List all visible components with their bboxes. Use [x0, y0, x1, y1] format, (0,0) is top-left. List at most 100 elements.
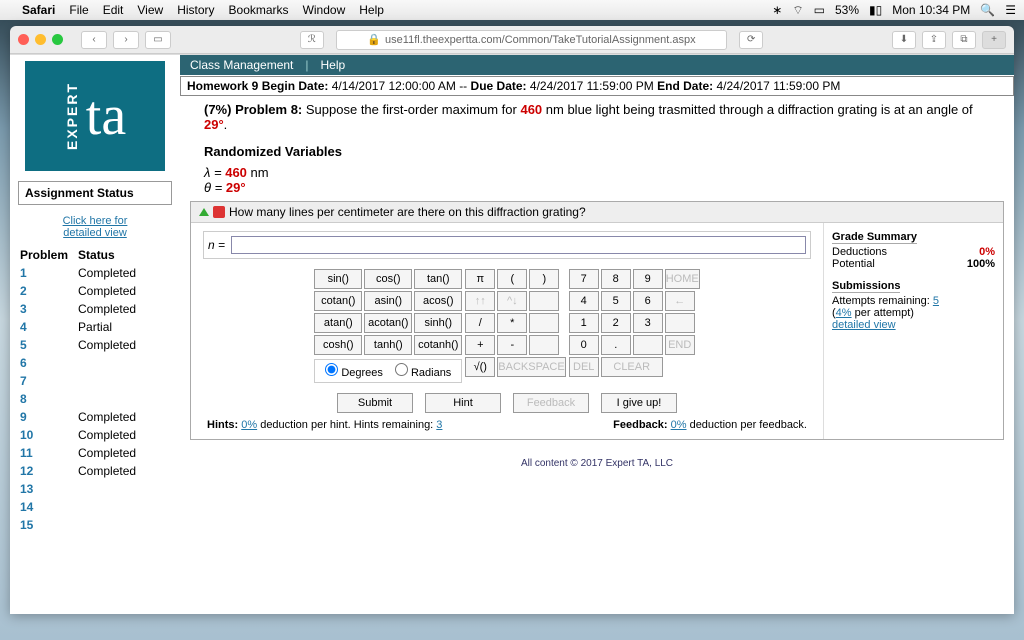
key-home[interactable]: HOME: [665, 269, 700, 289]
table-row[interactable]: 9Completed: [20, 409, 144, 425]
key-dot[interactable]: .: [601, 335, 631, 355]
table-row[interactable]: 11Completed: [20, 445, 144, 461]
key-8[interactable]: 8: [601, 269, 631, 289]
key-minus[interactable]: -: [497, 335, 527, 355]
menu-help[interactable]: Help: [359, 3, 384, 17]
table-row[interactable]: 3Completed: [20, 301, 144, 317]
key-tanh[interactable]: tanh(): [364, 335, 412, 355]
menu-file[interactable]: File: [69, 3, 88, 17]
menu-bookmarks[interactable]: Bookmarks: [229, 3, 289, 17]
app-name[interactable]: Safari: [22, 3, 55, 17]
key-acotan[interactable]: acotan(): [364, 313, 412, 333]
key-sin[interactable]: sin(): [314, 269, 362, 289]
key-acos[interactable]: acos(): [414, 291, 462, 311]
hint-button[interactable]: Hint: [425, 393, 501, 413]
reload-icon[interactable]: ⟳: [739, 31, 763, 49]
notification-icon[interactable]: ☰: [1005, 3, 1016, 17]
key-pi[interactable]: π: [465, 269, 495, 289]
key-1[interactable]: 1: [569, 313, 599, 333]
tab-class-mgmt[interactable]: Class Management: [190, 58, 293, 72]
key-2[interactable]: 2: [601, 313, 631, 333]
browser-window: ‹ › ▭ ℛ 🔒use11fl.theexpertta.com/Common/…: [10, 26, 1014, 614]
key-dn[interactable]: ^↓: [497, 291, 527, 311]
n-label: n =: [208, 238, 225, 252]
key-clear[interactable]: CLEAR: [601, 357, 663, 377]
summary-detailed-link[interactable]: detailed view: [832, 319, 896, 331]
key-del[interactable]: DEL: [569, 357, 599, 377]
table-row[interactable]: 12Completed: [20, 463, 144, 479]
key-end[interactable]: END: [665, 335, 695, 355]
table-row[interactable]: 2Completed: [20, 283, 144, 299]
answer-input[interactable]: [231, 236, 806, 254]
tab-help[interactable]: Help: [321, 58, 346, 72]
feedback-button[interactable]: Feedback: [513, 393, 589, 413]
key-7[interactable]: 7: [569, 269, 599, 289]
menu-view[interactable]: View: [137, 3, 163, 17]
window-close[interactable]: [18, 34, 29, 45]
key-asin[interactable]: asin(): [364, 291, 412, 311]
key-sqrt[interactable]: √(): [465, 357, 495, 377]
download-icon[interactable]: ⬇: [892, 31, 916, 49]
table-row[interactable]: 10Completed: [20, 427, 144, 443]
table-row[interactable]: 6: [20, 355, 144, 371]
bluetooth-icon[interactable]: ∗: [772, 3, 782, 17]
clock[interactable]: Mon 10:34 PM: [892, 3, 970, 17]
window-max[interactable]: [52, 34, 63, 45]
nav-fwd[interactable]: ›: [113, 31, 139, 49]
key-0[interactable]: 0: [569, 335, 599, 355]
window-min[interactable]: [35, 34, 46, 45]
table-row[interactable]: 8: [20, 391, 144, 407]
key-backspace[interactable]: BACKSPACE: [497, 357, 565, 377]
detailed-view-link[interactable]: Click here fordetailed view: [10, 215, 180, 239]
key-cotanh[interactable]: cotanh(): [414, 335, 462, 355]
reader-icon[interactable]: ℛ: [300, 31, 324, 49]
giveup-button[interactable]: I give up!: [601, 393, 677, 413]
menu-edit[interactable]: Edit: [103, 3, 124, 17]
tabs-icon[interactable]: ⧉: [952, 31, 976, 49]
spotlight-icon[interactable]: 🔍: [980, 3, 995, 17]
key-5[interactable]: 5: [601, 291, 631, 311]
key-cosh[interactable]: cosh(): [314, 335, 362, 355]
wifi-icon[interactable]: ⌔: [792, 3, 803, 18]
key-cotan[interactable]: cotan(): [314, 291, 362, 311]
key-lparen[interactable]: (: [497, 269, 527, 289]
sidebar: EXPERTta Assignment Status Click here fo…: [10, 55, 180, 614]
table-row[interactable]: 13: [20, 481, 144, 497]
display-icon[interactable]: ▭: [814, 3, 825, 17]
key-9[interactable]: 9: [633, 269, 663, 289]
table-row[interactable]: 14: [20, 499, 144, 515]
battery-icon[interactable]: ▮▯: [869, 3, 882, 17]
menu-window[interactable]: Window: [303, 3, 346, 17]
table-row[interactable]: 1Completed: [20, 265, 144, 281]
table-row[interactable]: 5Completed: [20, 337, 144, 353]
key-sinh[interactable]: sinh(): [414, 313, 462, 333]
nav-back[interactable]: ‹: [81, 31, 107, 49]
table-row[interactable]: 7: [20, 373, 144, 389]
key-cos[interactable]: cos(): [364, 269, 412, 289]
key-6[interactable]: 6: [633, 291, 663, 311]
question-text: How many lines per centimeter are there …: [229, 205, 586, 219]
table-row[interactable]: 4Partial: [20, 319, 144, 335]
key-div[interactable]: /: [465, 313, 495, 333]
key-mul[interactable]: *: [497, 313, 527, 333]
url-bar[interactable]: 🔒use11fl.theexpertta.com/Common/TakeTuto…: [336, 30, 727, 50]
play-icon: [199, 208, 209, 216]
key-3[interactable]: 3: [633, 313, 663, 333]
share-icon[interactable]: ⇪: [922, 31, 946, 49]
key-left[interactable]: ←: [665, 291, 695, 311]
radio-radians[interactable]: Radians: [395, 363, 451, 379]
radio-degrees[interactable]: Degrees: [325, 363, 383, 379]
key-tan[interactable]: tan(): [414, 269, 462, 289]
newtab-icon[interactable]: +: [982, 31, 1006, 49]
key-up[interactable]: ↑↑: [465, 291, 495, 311]
menu-history[interactable]: History: [177, 3, 214, 17]
table-row[interactable]: 15: [20, 517, 144, 533]
submit-button[interactable]: Submit: [337, 393, 413, 413]
key-4[interactable]: 4: [569, 291, 599, 311]
col-problem: Problem: [20, 247, 76, 263]
problem-statement: (7%) Problem 8: Suppose the first-order …: [180, 96, 1014, 201]
key-rparen[interactable]: ): [529, 269, 559, 289]
key-plus[interactable]: +: [465, 335, 495, 355]
key-atan[interactable]: atan(): [314, 313, 362, 333]
nav-sidebar[interactable]: ▭: [145, 31, 171, 49]
